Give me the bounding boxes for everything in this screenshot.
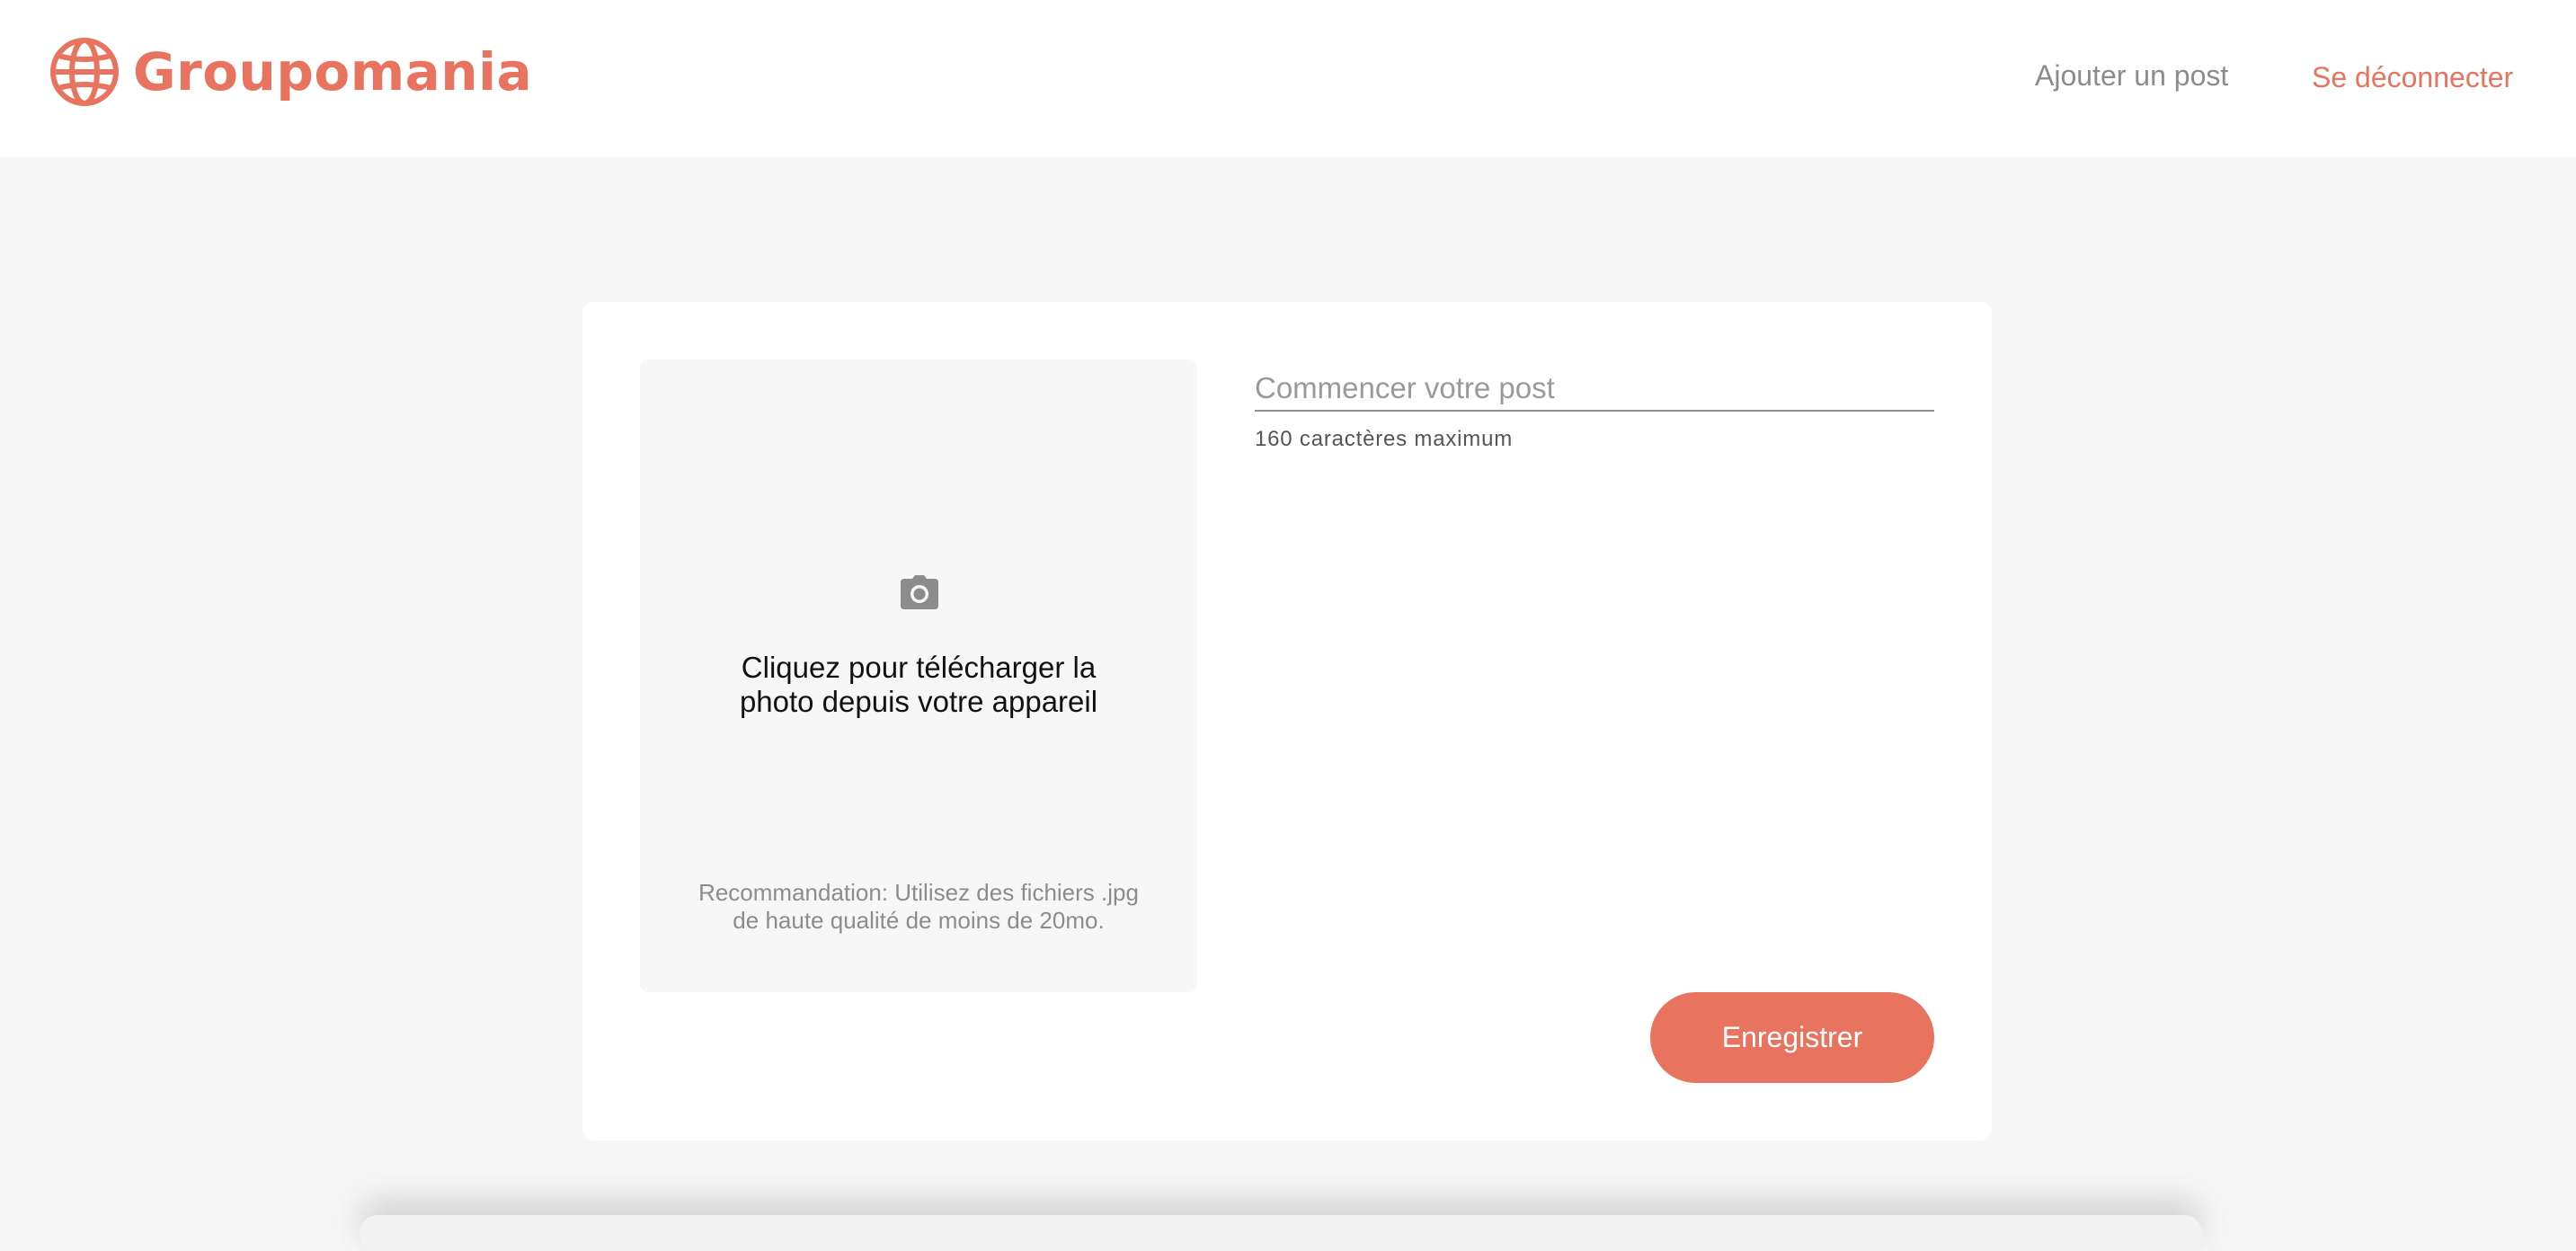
logo-text: Groupomania	[133, 41, 533, 102]
globe-icon	[49, 36, 120, 108]
upload-instructions: Cliquez pour télécharger la photo depuis…	[640, 651, 1197, 719]
upload-instructions-line-1: Cliquez pour télécharger la	[741, 651, 1097, 684]
top-bar: Groupomania Ajouter un post Se déconnect…	[0, 0, 2576, 157]
photo-upload-area[interactable]: Cliquez pour télécharger la photo depuis…	[640, 359, 1197, 992]
upload-recommendation-line-2: de haute qualité de moins de 20mo.	[733, 907, 1105, 934]
new-post-card: Cliquez pour télécharger la photo depuis…	[582, 302, 1992, 1140]
upload-recommendation-line-1: Recommandation: Utilisez des fichiers .j…	[698, 879, 1139, 906]
save-button[interactable]: Enregistrer	[1650, 992, 1934, 1083]
post-text-input[interactable]	[1255, 367, 1934, 412]
nav-add-post-link[interactable]: Ajouter un post	[2035, 58, 2228, 93]
bottom-panel-edge	[360, 1215, 2202, 1251]
upload-recommendation: Recommandation: Utilisez des fichiers .j…	[640, 879, 1197, 935]
logo[interactable]: Groupomania	[49, 34, 532, 110]
nav-logout-link[interactable]: Se déconnecter	[2312, 59, 2513, 95]
upload-instructions-line-2: photo depuis votre appareil	[739, 685, 1098, 718]
camera-icon	[901, 575, 938, 609]
character-limit-hint: 160 caractères maximum	[1255, 427, 1514, 451]
